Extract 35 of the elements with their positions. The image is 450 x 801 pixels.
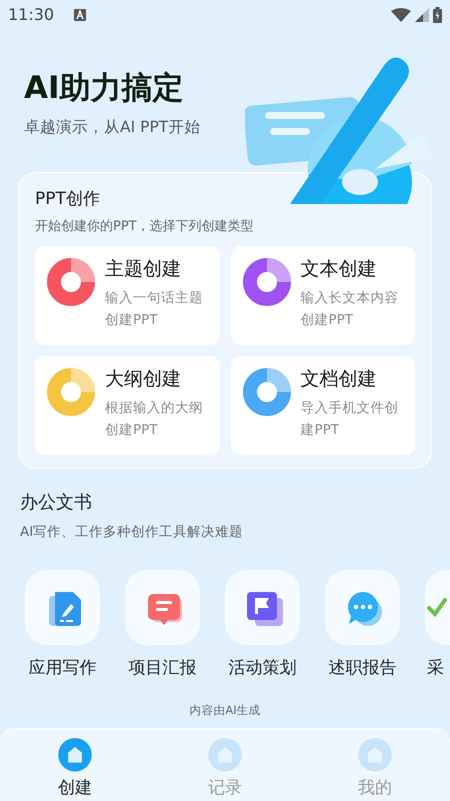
tool-button[interactable] [125,570,200,646]
card-description: 输入长文本内容创建PPT [300,289,400,330]
status-time: 11:30 [8,4,54,26]
hero-title: AI助力搞定 [24,69,185,108]
create-card[interactable]: 文本创建 输入长文本内容创建PPT [230,246,415,345]
card-title: 文档创建 [300,367,378,392]
card-title: 主题创建 [105,257,182,282]
section-title: 办公文书 [20,491,93,515]
tool-label: 述职报告 [328,657,396,680]
card-description: 导入手机文件创建PPT [300,399,400,440]
tool-button[interactable] [225,570,300,646]
create-card[interactable]: 文档创建 导入手机文件创建PPT [230,356,415,455]
create-card[interactable]: 大纲创建 根据输入的大纲创建PPT [35,356,220,455]
card-title: 文本创建 [300,257,378,282]
notification-icon [74,9,86,21]
create-card[interactable]: 主题创建 输入一句话主题创建PPT [35,246,220,345]
tool-button[interactable] [25,570,100,646]
hero-subtitle: 卓越演示，从AI PPT开始 [24,117,202,138]
section-subtitle: 开始创建你的PPT，选择下列创建类型 [35,218,255,236]
tool-label: 应用写作 [28,657,96,680]
signal-icon [415,8,429,22]
battery-icon [433,7,442,23]
card-description: 输入一句话主题创建PPT [105,289,204,330]
tool-label: 采 [426,657,444,680]
house-icon [57,737,93,772]
card-description: 根据输入的大纲创建PPT [105,399,204,440]
tool-button[interactable] [325,570,400,646]
wifi-icon [391,8,411,22]
section-subtitle: AI写作、工作多种创作工具解决难题 [20,523,244,542]
card-title: 大纲创建 [105,367,182,392]
ai-disclaimer: 内容由AI生成 [188,702,262,719]
tool-label: 活动策划 [228,657,296,680]
nav-tab[interactable]: 创建 [0,729,150,801]
tool-label: 项目汇报 [128,657,196,680]
section-title: PPT创作 [35,188,101,211]
